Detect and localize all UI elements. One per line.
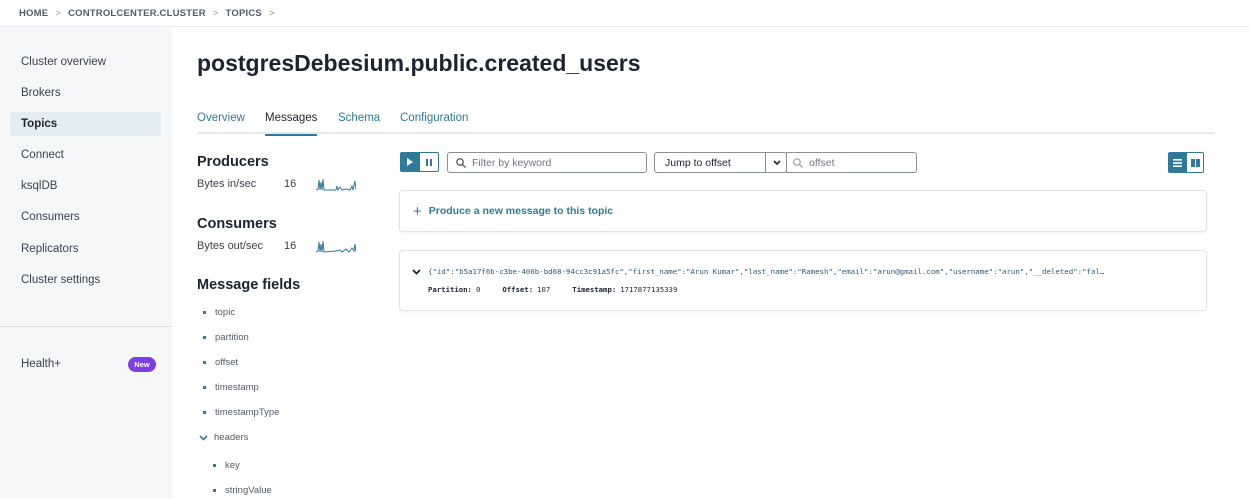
plus-icon: + [413, 202, 422, 220]
field-timestamp[interactable]: timestamp [203, 382, 259, 393]
chevron-down-icon[interactable] [412, 269, 421, 275]
field-label: key [225, 460, 240, 471]
chevron-down-icon [772, 160, 781, 165]
bullet-icon [203, 336, 206, 339]
jump-to-offset-select[interactable]: Jump to offset [654, 152, 787, 173]
field-topic[interactable]: topic [203, 307, 235, 318]
list-view-icon [1172, 158, 1182, 167]
breadcrumb-topics[interactable]: TOPICS [226, 8, 262, 19]
field-partition[interactable]: partition [203, 332, 249, 343]
sidebar-item-replicators[interactable]: Replicators [10, 237, 161, 261]
sidebar-item-brokers[interactable]: Brokers [10, 81, 161, 105]
play-button[interactable] [400, 152, 419, 172]
list-view-button[interactable] [1168, 152, 1186, 173]
breadcrumb-separator: > [212, 7, 219, 19]
produce-message-label: Produce a new message to this topic [428, 205, 614, 217]
sidebar-item-consumers[interactable]: Consumers [10, 205, 161, 229]
field-label: timestamp [215, 382, 259, 393]
breadcrumb: HOME > CONTROLCENTER.CLUSTER > TOPICS > [0, 0, 1249, 27]
field-offset[interactable]: offset [203, 357, 238, 368]
tab-messages[interactable]: Messages [265, 112, 318, 136]
tab-configuration[interactable]: Configuration [400, 112, 468, 134]
field-timestamp-type[interactable]: timestampType [203, 407, 279, 418]
bullet-icon [213, 489, 216, 492]
breadcrumb-cluster[interactable]: CONTROLCENTER.CLUSTER [68, 8, 206, 19]
field-headers-key[interactable]: key [213, 460, 240, 471]
message-value: {"id":"b5a17f6b-c3be-400b-bd68-94cc3c91a… [428, 267, 1105, 276]
field-label: offset [215, 357, 239, 368]
sidebar-item-cluster-settings[interactable]: Cluster settings [10, 268, 161, 292]
card-view-icon [1190, 158, 1200, 167]
breadcrumb-separator: > [268, 7, 275, 19]
bullet-icon [203, 311, 206, 314]
sidebar-divider [0, 326, 172, 327]
partition-label: Partition: [428, 285, 472, 294]
filter-keyword-input[interactable]: Filter by keyword [447, 152, 647, 173]
breadcrumb-home[interactable]: HOME [19, 8, 48, 19]
page-title: postgresDebesium.public.created_users [197, 50, 641, 76]
offset-label: Offset: [502, 285, 534, 294]
consumers-sparkline [316, 240, 356, 253]
partition-value: 0 [475, 285, 481, 294]
bytes-in-label: Bytes in/sec [197, 178, 257, 190]
card-view-button[interactable] [1186, 152, 1204, 173]
chevron-down-icon [199, 434, 208, 441]
field-label: stringValue [225, 485, 272, 496]
play-icon [407, 158, 413, 166]
field-headers-string-value[interactable]: stringValue [213, 485, 272, 496]
producers-sparkline [316, 178, 356, 191]
bullet-icon [203, 386, 206, 389]
search-icon [793, 157, 803, 168]
message-fields-title: Message fields [197, 277, 301, 293]
bullet-icon [213, 464, 216, 467]
message-metadata: Partition: 0 Offset: 107 Timestamp: 1717877… [428, 285, 699, 294]
field-headers[interactable]: headers [199, 432, 248, 443]
offset-placeholder: offset [809, 156, 835, 169]
jump-to-offset-label: Jump to offset [665, 157, 731, 169]
select-caret [765, 153, 787, 172]
bullet-icon [203, 411, 206, 414]
produce-message-button[interactable]: + Produce a new message to this topic [399, 190, 1207, 232]
tab-schema[interactable]: Schema [338, 112, 380, 134]
message-card[interactable]: {"id":"b5a17f6b-c3be-400b-bd68-94cc3c91a… [399, 250, 1207, 311]
tab-overview[interactable]: Overview [197, 112, 245, 134]
field-label: headers [214, 432, 249, 443]
new-badge: New [128, 357, 156, 372]
sidebar-item-connect[interactable]: Connect [10, 143, 161, 167]
breadcrumb-separator: > [55, 7, 62, 19]
producers-title: Producers [197, 154, 269, 170]
pause-icon [426, 158, 432, 166]
filter-placeholder: Filter by keyword [472, 156, 552, 169]
bullet-icon [203, 361, 206, 364]
timestamp-label: Timestamp: [572, 285, 617, 294]
sidebar: Cluster overview Brokers Topics Connect … [0, 28, 172, 499]
tab-bar: Overview Messages Schema Configuration [197, 108, 1215, 136]
field-label: partition [215, 332, 249, 343]
consumers-title: Consumers [197, 216, 277, 232]
pause-button[interactable] [419, 152, 439, 172]
bytes-out-value: 16 [284, 240, 297, 252]
bytes-in-value: 16 [284, 178, 297, 190]
sidebar-item-cluster-overview[interactable]: Cluster overview [10, 50, 161, 74]
sidebar-item-topics[interactable]: Topics [10, 112, 161, 136]
timestamp-value: 1717877135339 [620, 285, 678, 294]
bytes-out-label: Bytes out/sec [197, 240, 264, 252]
field-label: timestampType [215, 407, 280, 418]
offset-value: 107 [537, 285, 551, 294]
offset-input[interactable]: offset [786, 152, 917, 173]
sidebar-item-ksqldb[interactable]: ksqlDB [10, 174, 161, 198]
field-label: topic [215, 307, 236, 318]
search-icon [456, 157, 466, 168]
